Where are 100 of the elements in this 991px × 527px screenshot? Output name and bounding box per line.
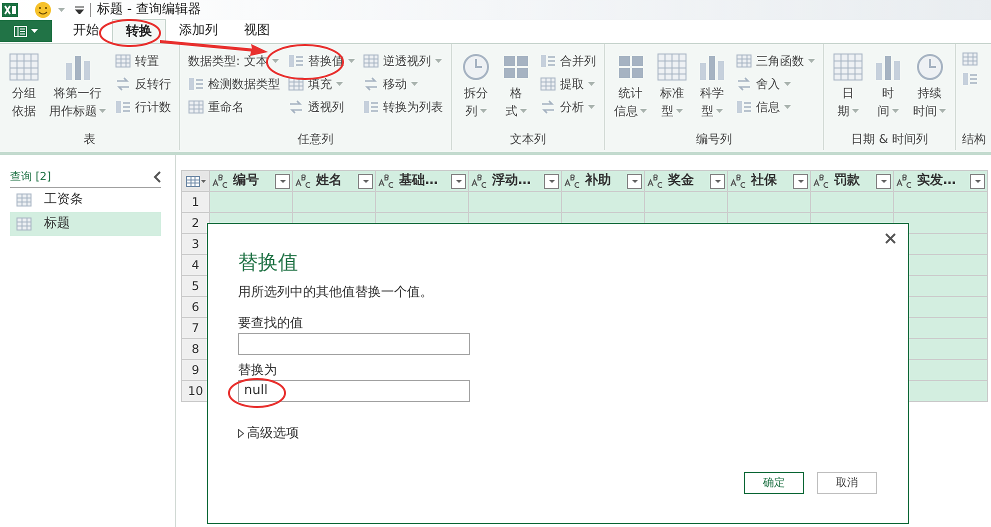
file-menu-button[interactable] — [0, 20, 52, 42]
dropdown-caret-icon — [640, 109, 647, 113]
close-icon[interactable] — [885, 233, 896, 244]
caret-icon — [456, 180, 462, 182]
ribbon-button[interactable]: 科学 型 — [694, 50, 730, 128]
column-header: 实发… — [917, 172, 957, 190]
ribbon-button[interactable]: 分析 — [540, 96, 596, 118]
list-icon — [540, 54, 556, 68]
ribbon-button[interactable]: 填充 — [288, 73, 355, 95]
ribbon-button[interactable]: 将第一行 用作标题 — [46, 50, 109, 128]
ribbon-button[interactable]: 拆分 列 — [458, 50, 494, 128]
group-label: 结构 — [962, 131, 986, 148]
column-filter-button[interactable] — [876, 174, 891, 188]
ribbon-button[interactable]: 信息 — [736, 96, 815, 118]
collapse-pane-icon[interactable] — [153, 171, 161, 184]
input-field[interactable] — [238, 332, 470, 354]
ribbon-button[interactable]: 合并列 — [540, 50, 596, 72]
window-title: 标题 - 查询编辑器 — [97, 1, 201, 20]
column-filter-button[interactable] — [275, 174, 290, 188]
caret-icon — [974, 180, 980, 182]
text-type-icon — [896, 174, 913, 188]
expand-triangle-icon — [238, 428, 244, 438]
group-label: 任意列 — [296, 131, 334, 148]
caret-icon — [632, 180, 638, 182]
field-label: 替换为 — [238, 362, 277, 380]
query-item[interactable]: 工资条 — [10, 188, 161, 212]
ribbon-button[interactable]: 重命名 — [188, 96, 280, 118]
query-item[interactable]: 标题 — [10, 212, 161, 236]
column-header: 基础… — [399, 172, 439, 190]
ribbon-button[interactable]: 舍入 — [736, 73, 815, 95]
ribbon-button[interactable]: 三角函数 — [736, 50, 815, 72]
group-label: 日期 & 时间列 — [850, 131, 929, 148]
group-label: 表 — [82, 131, 96, 148]
column-filter-button[interactable] — [358, 174, 373, 188]
grid-icon — [657, 53, 687, 81]
text-type-icon — [212, 174, 229, 188]
ribbon-button[interactable]: 转换为列表 — [363, 96, 443, 118]
text-type-icon — [730, 174, 747, 188]
highlight-ellipse — [99, 19, 161, 47]
table-icon — [962, 52, 978, 66]
blocks-icon — [501, 53, 531, 81]
column-filter-button[interactable] — [710, 174, 725, 188]
table-icon — [16, 192, 32, 206]
ribbon-button[interactable]: 持续 时间 — [910, 50, 949, 128]
ribbon-tab[interactable]: 开始 — [60, 19, 112, 43]
ribbon-button[interactable]: 行计数 — [115, 96, 171, 118]
caret-icon — [31, 29, 38, 33]
ribbon-button[interactable]: 格 式 — [498, 50, 534, 128]
column-filter-button[interactable] — [627, 174, 642, 188]
ribbon-button[interactable]: 提取 — [540, 73, 596, 95]
ribbon-tab[interactable]: 视图 — [231, 19, 283, 43]
ribbon-button[interactable]: 反转行 — [115, 73, 171, 95]
dropdown-caret-icon — [784, 82, 791, 86]
customize-toolbar-icon[interactable] — [75, 6, 84, 14]
column-filter-button[interactable] — [451, 174, 466, 188]
ribbon-button[interactable]: 检测数据类型 — [188, 73, 280, 95]
dropdown-caret-icon — [435, 59, 442, 63]
column-header: 奖金 — [668, 172, 695, 190]
highlight-ellipse — [228, 378, 286, 408]
clock-icon — [461, 53, 491, 81]
arrows-icon — [115, 77, 131, 91]
dropdown-caret-icon — [716, 109, 722, 113]
column-filter-button[interactable] — [544, 174, 559, 188]
table-icon — [115, 54, 131, 68]
column-header: 罚款 — [834, 172, 861, 190]
ribbon-button[interactable]: 转置 — [115, 50, 171, 72]
table-icon — [188, 100, 204, 114]
table-icon — [363, 54, 379, 68]
table-menu-icon[interactable] — [186, 176, 200, 186]
queries-header: 查询 [2] — [10, 169, 52, 185]
column-filter-button[interactable] — [970, 174, 985, 188]
ribbon-button[interactable]: 透视列 — [288, 96, 355, 118]
dialog-button[interactable]: 确定 — [744, 472, 804, 494]
ribbon-button[interactable]: 日 期 — [830, 50, 866, 128]
ribbon-button[interactable]: 移动 — [363, 73, 443, 95]
text-type-icon — [295, 174, 312, 188]
advanced-options-toggle[interactable]: 高级选项 — [238, 424, 299, 443]
table-icon — [16, 216, 32, 230]
ribbon-button[interactable]: 统计 信息 — [611, 50, 650, 128]
dialog-button[interactable]: 取消 — [817, 472, 877, 494]
dropdown-caret-icon — [784, 105, 791, 109]
grid-icon — [833, 53, 863, 81]
dropdown-caret-icon — [588, 82, 595, 86]
file-menu-icon — [14, 26, 27, 36]
ribbon-button[interactable]: 分组 依据 — [6, 50, 42, 128]
dropdown-caret-icon — [939, 109, 946, 113]
table-icon — [736, 54, 752, 68]
smiley-icon — [34, 1, 52, 19]
quick-access-caret-icon — [58, 8, 65, 12]
ribbon-tab[interactable]: 添加列 — [166, 19, 231, 43]
column-header: 补助 — [585, 172, 612, 190]
column-filter-button[interactable] — [793, 174, 808, 188]
input-field[interactable]: null — [238, 380, 470, 402]
row-number: 2 — [182, 212, 210, 234]
ribbon-button[interactable]: 标准 型 — [654, 50, 690, 128]
ribbon-button[interactable]: 时 间 — [870, 50, 906, 128]
dropdown-caret-icon — [892, 109, 898, 113]
dropdown-caret-icon — [588, 105, 595, 109]
ribbon-button[interactable]: 逆透视列 — [363, 50, 443, 72]
caret-icon — [798, 180, 804, 182]
